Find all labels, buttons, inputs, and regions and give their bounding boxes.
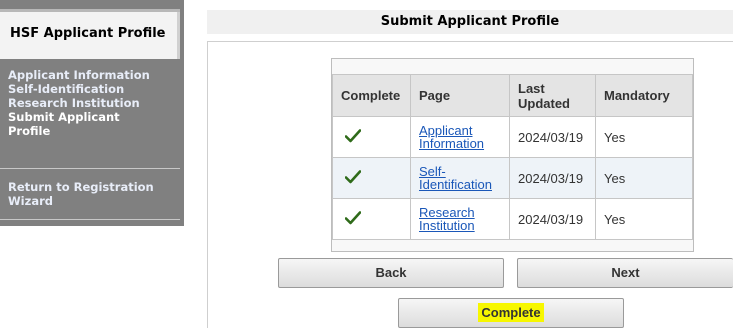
status-table: Complete Page Last Updated Mandatory App… — [332, 74, 693, 240]
complete-cell — [332, 116, 411, 158]
return-to-registration-wizard-link[interactable]: Return to Registration Wizard — [8, 180, 158, 208]
complete-cell — [332, 157, 411, 199]
page-cell: Research Institution — [410, 198, 510, 240]
sidebar-header: HSF Applicant Profile — [0, 9, 180, 59]
column-header-mandatory: Mandatory — [595, 74, 693, 117]
table-row: Research Institution 2024/03/19 Yes — [332, 198, 693, 240]
mandatory-cell: Yes — [595, 116, 693, 158]
next-button[interactable]: Next — [517, 258, 733, 288]
check-icon — [345, 169, 361, 183]
mandatory-cell: Yes — [595, 198, 693, 240]
complete-button-label: Complete — [478, 303, 544, 322]
sidebar-divider — [0, 219, 180, 220]
check-icon — [345, 210, 361, 224]
table-row: Applicant Information 2024/03/19 Yes — [332, 116, 693, 158]
sidebar-item-submit-applicant-profile[interactable]: Submit Applicant Profile — [8, 110, 148, 138]
sidebar-item-research-institution[interactable]: Research Institution — [8, 96, 178, 110]
column-header-last-updated: Last Updated — [509, 74, 596, 117]
status-table-container: Complete Page Last Updated Mandatory App… — [331, 58, 694, 252]
research-institution-link[interactable]: Research Institution — [419, 206, 489, 232]
applicant-information-link[interactable]: Applicant Information — [419, 124, 499, 150]
column-header-page: Page — [410, 74, 510, 117]
check-icon — [345, 128, 361, 142]
page-cell: Self-Identification — [410, 157, 510, 199]
sidebar-item-self-identification[interactable]: Self-Identification — [8, 82, 178, 96]
column-header-complete: Complete — [332, 74, 411, 117]
complete-cell — [332, 198, 411, 240]
page-cell: Applicant Information — [410, 116, 510, 158]
mandatory-cell: Yes — [595, 157, 693, 199]
sidebar-item-applicant-information[interactable]: Applicant Information — [8, 68, 178, 82]
table-header-row: Complete Page Last Updated Mandatory — [332, 74, 693, 117]
sidebar-divider — [0, 168, 180, 169]
last-updated-cell: 2024/03/19 — [509, 116, 596, 158]
last-updated-cell: 2024/03/19 — [509, 157, 596, 199]
page-title: Submit Applicant Profile — [207, 10, 733, 34]
sidebar: HSF Applicant Profile Applicant Informat… — [0, 0, 184, 226]
self-identification-link[interactable]: Self-Identification — [419, 165, 499, 191]
table-row: Self-Identification 2024/03/19 Yes — [332, 157, 693, 199]
last-updated-cell: 2024/03/19 — [509, 198, 596, 240]
back-button[interactable]: Back — [278, 258, 504, 288]
sidebar-nav: Applicant Information Self-Identificatio… — [8, 68, 178, 138]
sidebar-return-group: Return to Registration Wizard — [8, 180, 178, 208]
complete-button[interactable]: Complete — [398, 298, 624, 328]
